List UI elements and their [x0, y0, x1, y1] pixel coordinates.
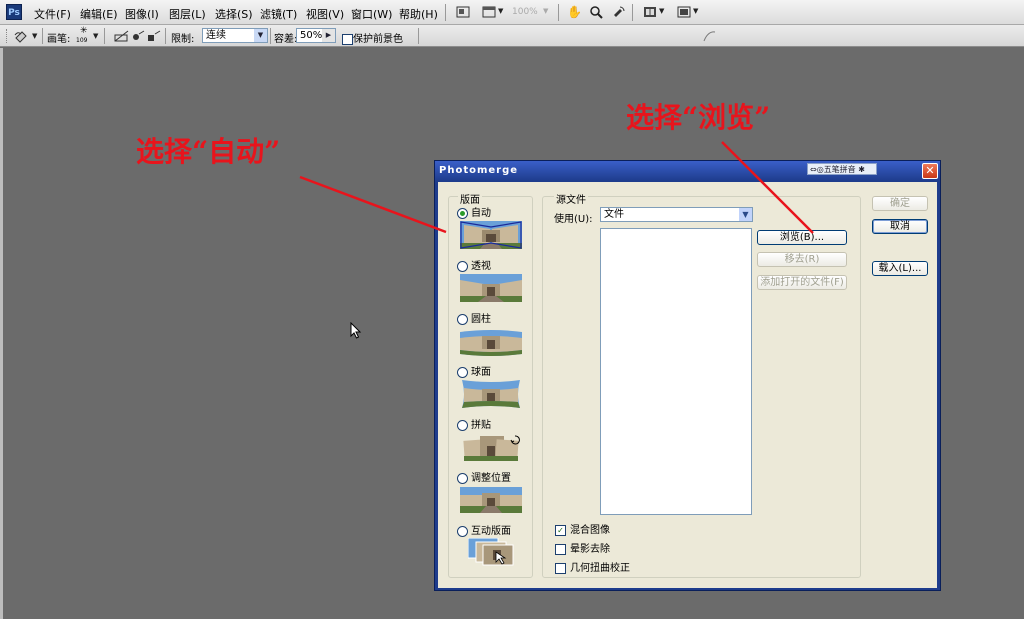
- arrow-to-auto: [299, 175, 447, 234]
- annotation-arrows: [299, 141, 814, 234]
- arrow-to-browse: [721, 141, 814, 234]
- mouse-cursor-icon: [350, 321, 362, 340]
